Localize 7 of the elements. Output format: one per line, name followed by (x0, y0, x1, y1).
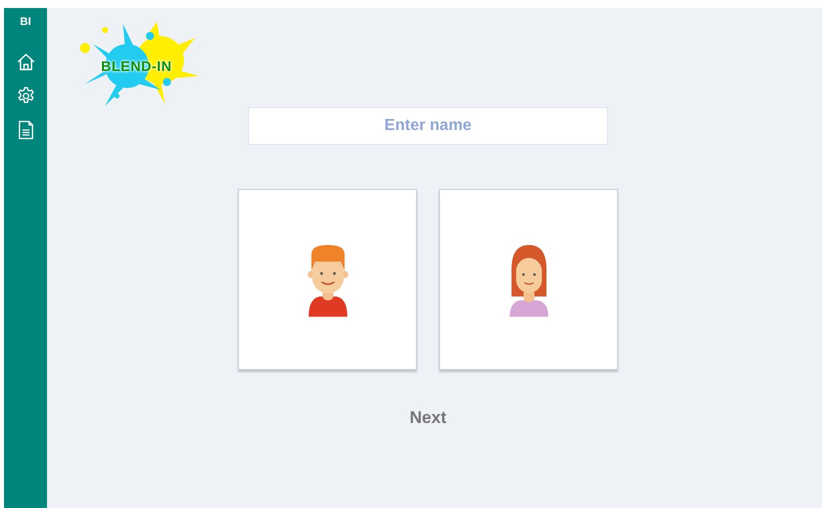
next-button[interactable]: Next (404, 406, 452, 430)
home-icon[interactable] (16, 52, 36, 72)
avatar-card[interactable] (439, 189, 618, 370)
name-input-field[interactable]: Enter name (248, 107, 608, 145)
settings-icon[interactable] (16, 86, 36, 106)
app-initials: BI (20, 16, 31, 28)
avatar-card[interactable] (238, 189, 417, 370)
